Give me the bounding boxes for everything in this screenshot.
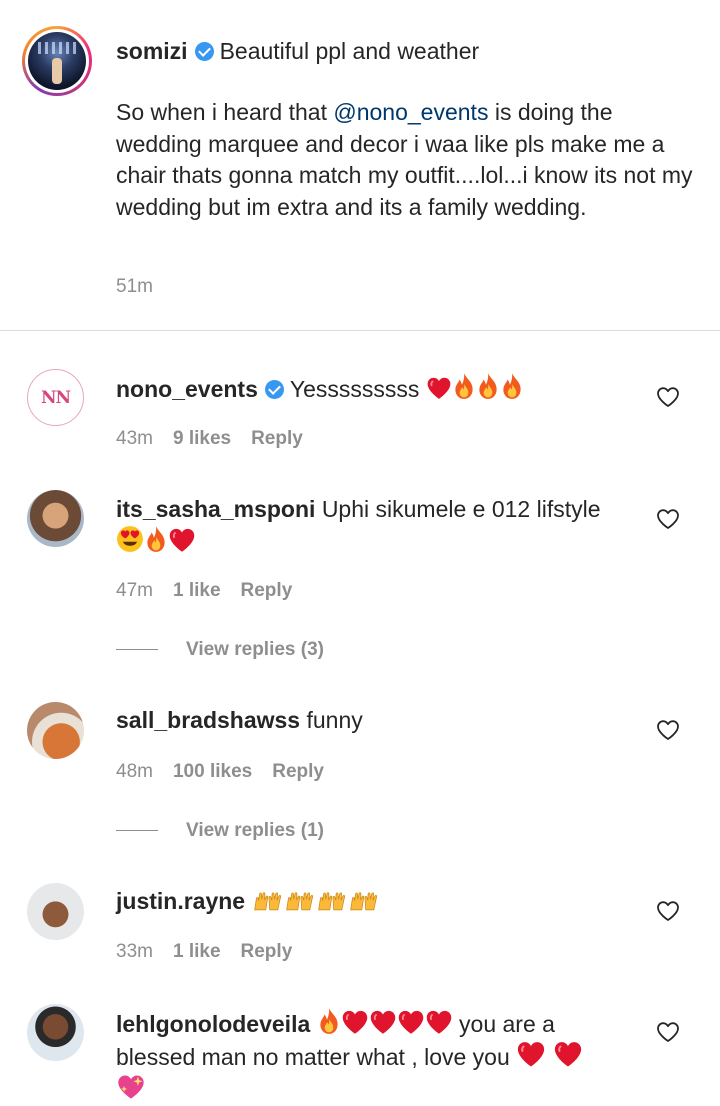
comment-meta: 33m 1 like Reply: [116, 941, 312, 963]
reply-button[interactable]: Reply: [251, 428, 303, 449]
avatar[interactable]: [27, 883, 84, 940]
red-heart-emoji: [426, 376, 452, 400]
sparkling-heart-emoji: [116, 1073, 146, 1101]
reply-button[interactable]: Reply: [241, 580, 293, 601]
raising-hands-emoji: [348, 890, 380, 912]
nono-events-logo: NN: [40, 387, 71, 408]
verified-badge-icon: [264, 380, 284, 399]
heart-outline-icon[interactable]: [656, 1021, 680, 1043]
heart-eyes-emoji: [116, 525, 144, 553]
comment-text: justin.rayne: [116, 886, 636, 917]
caption-text-before: So when i heard that: [116, 99, 334, 125]
red-heart-emoji: [516, 1040, 546, 1068]
comment-username[interactable]: justin.rayne: [116, 888, 245, 914]
red-heart-emoji: [425, 1009, 453, 1035]
fire-emoji: [317, 1007, 341, 1035]
view-replies-line: [116, 649, 158, 651]
heart-outline-icon[interactable]: [656, 900, 680, 922]
view-replies-line: [116, 830, 158, 832]
red-heart-emoji: [553, 1040, 583, 1068]
comment-body: Yesssssssss: [289, 376, 420, 402]
likes-count[interactable]: 1 like: [173, 580, 221, 601]
red-heart-emoji: [341, 1009, 369, 1035]
comment-timestamp: 43m: [116, 428, 153, 449]
likes-count[interactable]: 100 likes: [173, 761, 252, 782]
reply-button[interactable]: Reply: [272, 761, 324, 782]
comment-body: Uphi sikumele e 012 lifstyle: [321, 496, 601, 522]
red-heart-emoji: [369, 1009, 397, 1035]
fire-emoji: [476, 372, 500, 400]
red-heart-emoji: [397, 1009, 425, 1035]
avatar[interactable]: [27, 702, 84, 759]
post-caption: somizi Beautiful ppl and weather So when …: [0, 0, 720, 330]
caption-header: somizi Beautiful ppl and weather: [116, 37, 479, 65]
comment-meta: 48m 100 likes Reply: [116, 761, 344, 783]
avatar[interactable]: NN: [27, 369, 84, 426]
raising-hands-emoji: [316, 890, 348, 912]
mention-link[interactable]: @nono_events: [333, 99, 488, 125]
comment-username[interactable]: sall_bradshawss: [116, 707, 300, 733]
view-replies-label: View replies (3): [186, 639, 324, 660]
likes-count[interactable]: 1 like: [173, 941, 221, 962]
caption-avatar-story-ring[interactable]: [22, 26, 92, 96]
caption-divider: [0, 330, 720, 331]
avatar[interactable]: [27, 490, 84, 547]
reply-button[interactable]: Reply: [241, 941, 293, 962]
heart-outline-icon[interactable]: [656, 719, 680, 741]
caption-avatar: [28, 32, 86, 90]
caption-body: So when i heard that @nono_events is doi…: [116, 97, 696, 223]
red-heart-emoji: [168, 527, 196, 553]
caption-username[interactable]: somizi: [116, 38, 188, 64]
comment-timestamp: 33m: [116, 941, 153, 962]
comment-username[interactable]: nono_events: [116, 376, 258, 402]
heart-outline-icon[interactable]: [656, 386, 680, 408]
comment-meta: 47m 1 like Reply: [116, 580, 312, 602]
raising-hands-emoji: [252, 890, 284, 912]
avatar[interactable]: [27, 1004, 84, 1061]
comment-text: nono_events Yesssssssss: [116, 372, 636, 405]
caption-timestamp: 51m: [116, 276, 153, 297]
comment-body: funny: [306, 707, 363, 733]
caption-first-line: Beautiful ppl and weather: [219, 38, 480, 64]
fire-emoji: [452, 372, 476, 400]
comment-text: lehlgonolodeveila you are a blessed man …: [116, 1007, 636, 1106]
heart-outline-icon[interactable]: [656, 508, 680, 530]
view-replies-label: View replies (1): [186, 820, 324, 841]
comment-meta: 43m 9 likes Reply: [116, 428, 323, 450]
comment-username[interactable]: its_sasha_msponi: [116, 496, 315, 522]
comment-username[interactable]: lehlgonolodeveila: [116, 1011, 310, 1037]
verified-badge-icon: [194, 42, 214, 61]
likes-count[interactable]: 9 likes: [173, 428, 231, 449]
comment-text: its_sasha_msponi Uphi sikumele e 012 lif…: [116, 494, 636, 558]
raising-hands-emoji: [284, 890, 316, 912]
comment-text: sall_bradshawss funny: [116, 705, 636, 736]
comment-timestamp: 48m: [116, 761, 153, 782]
fire-emoji: [500, 372, 524, 400]
view-replies-button[interactable]: View replies (3): [116, 639, 324, 661]
view-replies-button[interactable]: View replies (1): [116, 820, 324, 842]
comment-timestamp: 47m: [116, 580, 153, 601]
fire-emoji: [144, 525, 168, 553]
